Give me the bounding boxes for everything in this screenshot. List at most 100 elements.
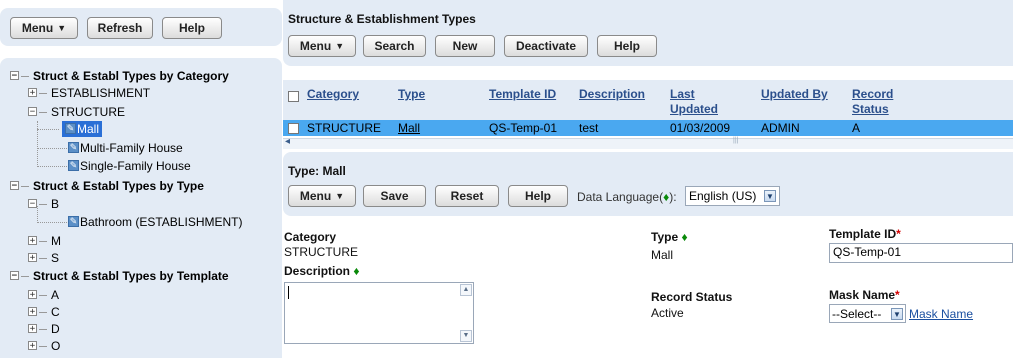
header-help-button[interactable]: Help	[597, 35, 657, 57]
reset-button[interactable]: Reset	[435, 185, 499, 207]
mask-name-select[interactable]: --Select-- ▼	[829, 304, 906, 323]
collapse-icon[interactable]: −	[10, 271, 19, 281]
tree-item-b[interactable]: − B	[28, 196, 59, 212]
tree-item-a[interactable]: + A	[28, 287, 59, 303]
scroll-left-icon[interactable]: ◂	[285, 136, 290, 147]
required-marker: *	[896, 227, 901, 241]
data-language-label: Data Language(♦):	[577, 190, 677, 204]
tree-dash	[21, 186, 29, 188]
tree-item-bathroom[interactable]: ✎ Bathroom (ESTABLISHMENT)	[68, 214, 242, 230]
cell-description: test	[579, 121, 599, 135]
tree-item-mall-label: Mall	[77, 122, 100, 136]
description-textarea[interactable]: ▲ ▼	[284, 282, 474, 344]
column-header-record-status[interactable]: Record Status	[852, 87, 893, 117]
tree-line	[37, 121, 38, 167]
tree-item-o[interactable]: + O	[28, 338, 60, 354]
template-id-label: Template ID*	[829, 227, 901, 241]
left-menu-button[interactable]: Menu ▼	[10, 17, 78, 39]
scroll-up-icon[interactable]: ▲	[460, 284, 472, 296]
text-cursor	[288, 286, 289, 299]
column-header-category[interactable]: Category	[307, 87, 359, 102]
table-row[interactable]	[283, 120, 1013, 136]
tree-item-establishment[interactable]: + ESTABLISHMENT	[28, 85, 150, 101]
edit-document-icon: ✎	[68, 142, 79, 154]
tree-item-multi-family[interactable]: ✎ Multi-Family House	[68, 140, 183, 156]
tree-item-a-label: A	[51, 288, 60, 302]
tree-dash	[39, 112, 47, 114]
search-button[interactable]: Search	[363, 35, 426, 57]
scroll-down-icon[interactable]: ▼	[460, 330, 472, 342]
mask-name-link[interactable]: Mask Name	[909, 307, 973, 321]
expand-icon[interactable]: +	[28, 307, 37, 317]
tree-item-c-label: C	[51, 305, 60, 319]
chevron-down-icon: ▼	[57, 23, 67, 33]
mandatory-marker-icon: ♦	[681, 230, 688, 244]
mask-name-label-text: Mask Name	[829, 288, 896, 302]
column-header-last-updated[interactable]: Last Updated	[670, 87, 718, 117]
select-all-checkbox[interactable]	[288, 91, 299, 102]
tree-item-mall[interactable]: ✎ Mall	[62, 121, 103, 137]
data-language-value: English (US)	[689, 189, 757, 203]
tree-item-d[interactable]: + D	[28, 321, 60, 337]
tree-item-m[interactable]: + M	[28, 233, 61, 249]
edit-document-icon: ✎	[68, 216, 79, 228]
collapse-icon[interactable]: −	[28, 199, 37, 209]
scroll-thumb-grip-icon: |||	[733, 137, 739, 144]
collapse-icon[interactable]: −	[28, 107, 37, 117]
tree-item-c[interactable]: + C	[28, 304, 60, 320]
tree-dash	[39, 295, 47, 297]
deactivate-button[interactable]: Deactivate	[504, 35, 588, 57]
header-menu-button[interactable]: Menu ▼	[288, 35, 356, 57]
tree-template-root[interactable]: − Struct & Establ Types by Template	[10, 268, 229, 284]
tree-item-d-label: D	[51, 322, 60, 336]
data-language-select[interactable]: English (US) ▼	[685, 186, 780, 206]
column-header-type[interactable]: Type	[398, 87, 425, 102]
collapse-icon[interactable]: −	[10, 181, 19, 191]
template-id-label-text: Template ID	[829, 227, 897, 241]
new-button[interactable]: New	[435, 35, 495, 57]
tree-item-s[interactable]: + S	[28, 250, 59, 266]
tree-dash	[21, 276, 29, 278]
column-header-template-id[interactable]: Template ID	[489, 87, 556, 102]
horizontal-scrollbar[interactable]: ◂ |||	[283, 136, 1013, 149]
tree-line	[37, 129, 59, 130]
column-header-updated-by[interactable]: Updated By	[761, 87, 828, 102]
required-marker: *	[895, 288, 900, 302]
tree-category-root-label: Struct & Establ Types by Category	[33, 69, 229, 83]
tree-dash	[39, 241, 47, 243]
page-title: Structure & Establishment Types	[288, 12, 476, 26]
column-header-description[interactable]: Description	[579, 87, 645, 102]
detail-menu-button[interactable]: Menu ▼	[288, 185, 356, 207]
column-header-record-status-line1: Record	[852, 87, 894, 101]
cell-type-link[interactable]: Mall	[398, 120, 420, 136]
tree-dash	[39, 312, 47, 314]
save-button[interactable]: Save	[363, 185, 426, 207]
tree-dash	[21, 76, 29, 78]
description-label-text: Description	[284, 264, 351, 278]
tree-item-single-family[interactable]: ✎ Single-Family House	[68, 158, 191, 174]
tree-category-root[interactable]: − Struct & Establ Types by Category	[10, 68, 229, 84]
mask-name-label: Mask Name*	[829, 288, 900, 302]
header-menu-label: Menu	[299, 39, 332, 53]
expand-icon[interactable]: +	[28, 341, 37, 351]
tree-dash	[39, 329, 47, 331]
tree-item-structure[interactable]: − STRUCTURE	[28, 104, 125, 120]
expand-icon[interactable]: +	[28, 253, 37, 263]
collapse-icon[interactable]: −	[10, 71, 19, 81]
chevron-down-icon: ▼	[764, 190, 776, 202]
data-language-label-text: Data Language(	[577, 190, 664, 204]
tree-type-root[interactable]: − Struct & Establ Types by Type	[10, 178, 204, 194]
refresh-button[interactable]: Refresh	[87, 17, 153, 39]
expand-icon[interactable]: +	[28, 290, 37, 300]
expand-icon[interactable]: +	[28, 88, 37, 98]
tree-line	[37, 166, 67, 167]
row-checkbox[interactable]	[288, 123, 299, 134]
detail-help-button[interactable]: Help	[508, 185, 568, 207]
left-help-button[interactable]: Help	[162, 17, 222, 39]
tree-item-structure-label: STRUCTURE	[51, 105, 125, 119]
template-id-input[interactable]: QS-Temp-01	[829, 243, 1013, 263]
expand-icon[interactable]: +	[28, 236, 37, 246]
data-language-label-suffix: ):	[669, 190, 677, 204]
detail-title: Type: Mall	[288, 164, 346, 178]
expand-icon[interactable]: +	[28, 324, 37, 334]
